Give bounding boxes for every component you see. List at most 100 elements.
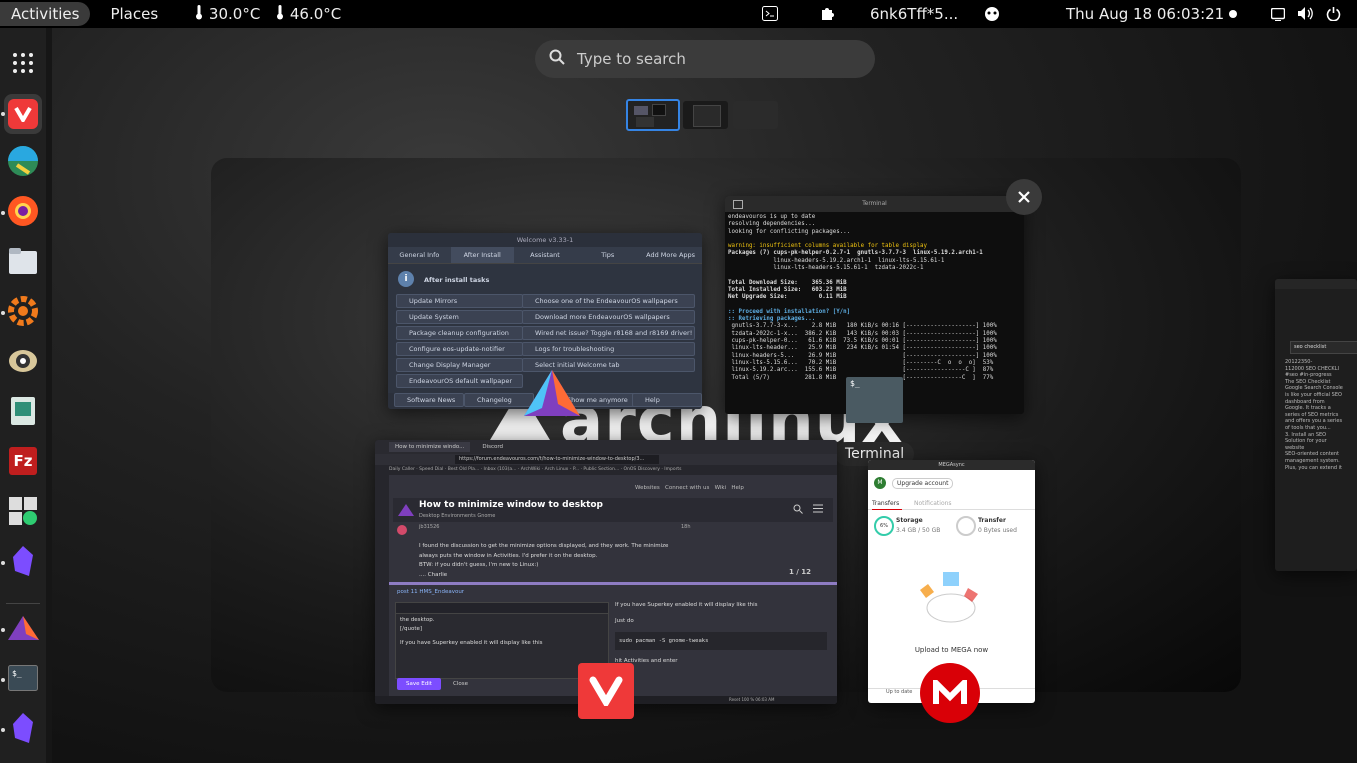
avatar[interactable] xyxy=(397,525,407,535)
tab-transfers[interactable]: Transfers xyxy=(872,500,899,507)
terminal-indicator-icon[interactable] xyxy=(762,6,778,25)
terminal-line: linux-headers-5... 26.9 MiB [-----------… xyxy=(728,352,997,359)
obsidian-window-partial[interactable]: seo checklist 20122350- 112000 SEO CHECKL… xyxy=(1275,279,1357,571)
new-tab-icon[interactable] xyxy=(733,200,743,209)
volume-icon[interactable] xyxy=(1297,6,1315,25)
display-manager-button[interactable]: Change Display Manager xyxy=(396,358,523,372)
update-mirrors-button[interactable]: Update Mirrors xyxy=(396,294,523,308)
window-title[interactable]: 6nk6Tff*5... xyxy=(870,0,958,28)
url-field[interactable]: https://forum.endeavouros.com/t/how-to-m… xyxy=(455,455,659,464)
post-author[interactable]: jb31526 xyxy=(419,524,439,530)
eye-icon[interactable] xyxy=(5,343,41,379)
files-icon[interactable] xyxy=(5,243,41,279)
kvantum-icon[interactable] xyxy=(5,143,41,179)
default-wallpaper-button[interactable]: EndeavourOS default wallpaper xyxy=(396,374,523,388)
software-news-button[interactable]: Software News xyxy=(394,393,464,407)
filezilla-icon[interactable]: Fz xyxy=(5,443,41,479)
tab-add-more-apps[interactable]: Add More Apps xyxy=(639,247,702,263)
package-cleanup-button[interactable]: Package cleanup configuration xyxy=(396,326,523,340)
download-wallpapers-button[interactable]: Download more EndeavourOS wallpapers xyxy=(522,310,695,324)
screen-icon[interactable] xyxy=(1270,7,1286,25)
tab-notifications[interactable]: Notifications xyxy=(914,500,952,507)
update-system-button[interactable]: Update System xyxy=(396,310,523,324)
tab-assistant[interactable]: Assistant xyxy=(514,247,577,263)
obsidian-icon[interactable] xyxy=(5,710,41,746)
workspace-thumbnail-2[interactable] xyxy=(683,101,728,129)
power-icon[interactable] xyxy=(1326,6,1341,25)
note-line: Google Search Console xyxy=(1285,385,1343,392)
nav-websites[interactable]: Websites xyxy=(635,485,660,491)
upload-prompt[interactable]: Upload to MEGA now xyxy=(868,646,1035,654)
apps-grid-icon[interactable] xyxy=(5,45,41,81)
nav-help[interactable]: Help xyxy=(731,485,744,491)
note-line: 3. Install an SEO xyxy=(1285,431,1327,438)
endeavour-icon[interactable] xyxy=(5,610,41,646)
calculator-icon[interactable] xyxy=(5,493,41,529)
terminal-titlebar: Terminal xyxy=(725,196,1024,212)
temperature-gpu: 46.0°C xyxy=(289,5,342,23)
logs-button[interactable]: Logs for troubleshooting xyxy=(522,342,695,356)
tab-tips[interactable]: Tips xyxy=(576,247,639,263)
bookmark-item[interactable]: Best Old Pla... xyxy=(448,467,480,472)
terminal-line: cups-pk-helper-0... 61.6 KiB 73.5 KiB/s … xyxy=(728,338,997,345)
browser-panel xyxy=(375,475,389,704)
running-indicator xyxy=(1,211,5,215)
topic-breadcrumb[interactable]: Desktop Environments Gnome xyxy=(419,513,495,519)
choose-wallpaper-button[interactable]: Choose one of the EndeavourOS wallpapers xyxy=(522,294,695,308)
avatar[interactable]: M xyxy=(874,477,886,489)
obsidian-icon[interactable] xyxy=(5,543,41,579)
workspace-thumbnail-1[interactable] xyxy=(626,99,680,131)
note-search-field[interactable]: seo checklist xyxy=(1290,341,1357,354)
upgrade-account-button[interactable]: Upgrade account xyxy=(892,478,954,489)
bookmark-item[interactable]: Arch Linux - P... xyxy=(545,467,580,472)
configure-notifier-button[interactable]: Configure eos-update-notifier xyxy=(396,342,523,356)
clock[interactable]: Thu Aug 18 06:03:21 xyxy=(1066,0,1224,28)
terminal-line: Total Download Size: 365.36 MiB xyxy=(728,279,847,286)
nav-connect[interactable]: Connect with us xyxy=(665,485,709,491)
editor-text: the desktop. [/quote] If you have Superk… xyxy=(400,617,543,646)
toggle-driver-button[interactable]: Wired net issue? Toggle r8168 and r8169 … xyxy=(522,326,695,340)
note-line: SEO-oriented content xyxy=(1285,451,1339,458)
terminal-output: endeavouros is up to date resolving depen… xyxy=(725,212,1024,384)
bookmark-item[interactable]: Imports xyxy=(664,467,681,472)
bookmark-item[interactable]: OnOS Discovery xyxy=(623,467,659,472)
search-icon[interactable] xyxy=(793,504,803,516)
temperature-indicator[interactable]: 30.0°C 46.0°C xyxy=(182,0,353,28)
workspace-thumbnail-3[interactable] xyxy=(733,101,778,129)
close-editor-button[interactable]: Close xyxy=(453,681,468,687)
firefox-icon[interactable] xyxy=(5,193,41,229)
browser-tabbar: How to minimize windo... Discord xyxy=(375,440,837,454)
composer-divider[interactable] xyxy=(389,582,837,585)
browser-tab-1[interactable]: How to minimize windo... xyxy=(389,442,471,452)
gamemode-icon[interactable] xyxy=(984,6,1000,26)
settings-icon[interactable] xyxy=(5,293,41,329)
post-age: 18h xyxy=(681,524,691,530)
reply-target: post 11 HMS_Endeavour xyxy=(397,589,465,595)
menu-icon[interactable] xyxy=(813,504,823,515)
places-menu[interactable]: Places xyxy=(98,0,170,28)
post-progress: 1 / 12 xyxy=(789,568,812,576)
notes-icon[interactable] xyxy=(5,393,41,429)
bookmark-item[interactable]: Inbox (103)a... xyxy=(484,467,517,472)
note-line: Solution for your xyxy=(1285,438,1327,445)
extensions-icon[interactable] xyxy=(820,6,835,25)
vivaldi-icon[interactable] xyxy=(4,94,42,134)
bookmark-item[interactable]: Public Section... xyxy=(583,467,619,472)
running-indicator xyxy=(1,311,5,315)
bookmark-item[interactable]: Speed Dial xyxy=(419,467,443,472)
help-button[interactable]: Help xyxy=(632,393,702,407)
composer-editor[interactable]: the desktop. [/quote] If you have Superk… xyxy=(395,602,609,679)
search-entry[interactable]: Type to search xyxy=(535,40,875,78)
note-line: #seo #in-progress xyxy=(1285,372,1332,379)
nav-wiki[interactable]: Wiki xyxy=(715,485,727,491)
activities-button[interactable]: Activities xyxy=(0,2,91,26)
info-icon: i xyxy=(398,271,414,287)
save-edit-button[interactable]: Save Edit xyxy=(397,678,441,690)
browser-tab-2[interactable]: Discord xyxy=(476,442,509,452)
close-window-button[interactable] xyxy=(1006,179,1042,215)
terminal-icon[interactable]: $_ xyxy=(5,660,41,696)
tab-after-install[interactable]: After Install xyxy=(450,247,514,263)
bookmark-item[interactable]: ArchWiki xyxy=(521,467,541,472)
bookmark-item[interactable]: Daily Caller xyxy=(389,467,415,472)
tab-general-info[interactable]: General Info xyxy=(388,247,451,263)
